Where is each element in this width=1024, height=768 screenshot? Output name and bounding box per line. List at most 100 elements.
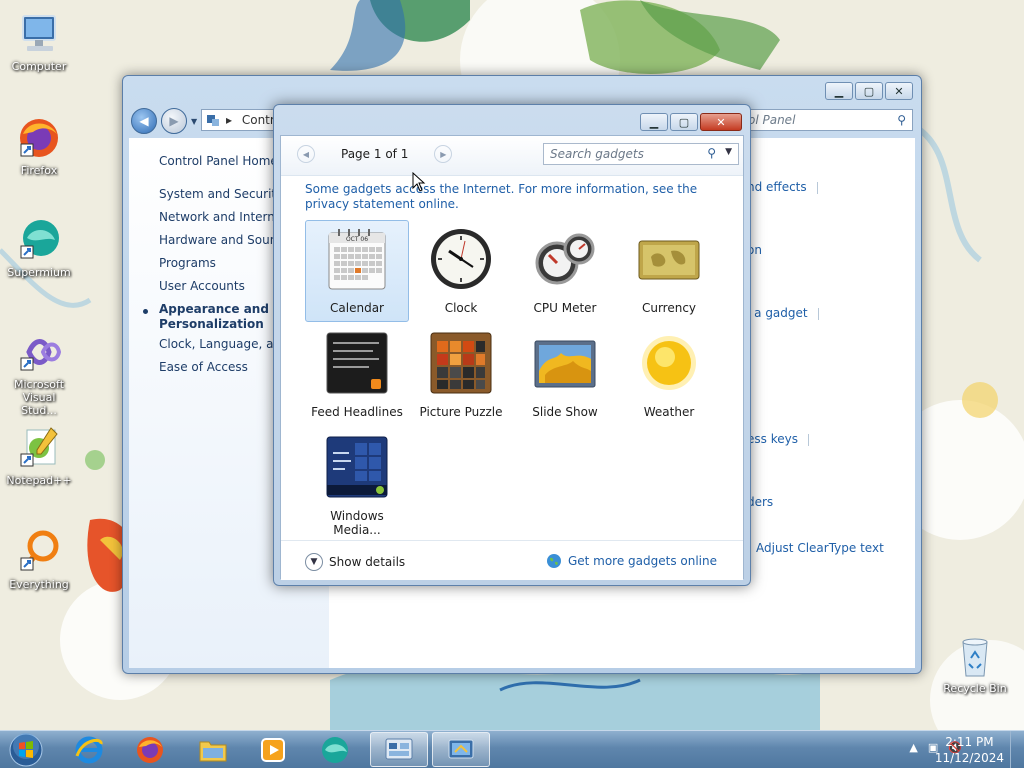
sidebar-item-clock-language[interactable]: Clock, Language, and bbox=[159, 337, 289, 351]
show-desktop-button[interactable] bbox=[1010, 731, 1024, 768]
gadget-search-input[interactable]: Search gadgets ⚲ ▼ bbox=[543, 143, 739, 165]
taskbar-firefox[interactable] bbox=[121, 732, 179, 767]
taskbar-clock[interactable]: 2:11 PM 11/12/2024 bbox=[935, 734, 1004, 766]
sidebar-item-home[interactable]: Control Panel Home bbox=[159, 154, 278, 168]
recent-pages-icon[interactable]: ▼ bbox=[191, 117, 197, 126]
notepad-plus-icon bbox=[20, 427, 58, 467]
sidebar-item-appearance[interactable]: Appearance and Personalization bbox=[159, 302, 269, 332]
minimize-button[interactable]: ▁ bbox=[640, 113, 668, 131]
sidebar-item-programs[interactable]: Programs bbox=[159, 256, 216, 270]
desktop-icon-computer[interactable]: Computer bbox=[4, 10, 74, 73]
maximize-button[interactable]: ▢ bbox=[855, 82, 883, 100]
right-link-effects[interactable]: nd effects bbox=[747, 180, 818, 194]
desktop-icon-label: Notepad++ bbox=[6, 474, 72, 487]
gadget-calendar[interactable]: OCT 06 Calendar bbox=[305, 220, 409, 322]
gadget-label: CPU Meter bbox=[533, 301, 597, 315]
sidebar-item-system-security[interactable]: System and Security bbox=[159, 187, 283, 201]
desktop-icon-supermium[interactable]: Supermium bbox=[4, 216, 74, 279]
gadget-label: Slide Show bbox=[532, 405, 598, 419]
gadget-picture-puzzle[interactable]: Picture Puzzle bbox=[409, 324, 513, 426]
gadget-slide-show[interactable]: Slide Show bbox=[513, 324, 617, 426]
desktop-icon-label: Microsoft Visual Stud... bbox=[13, 378, 65, 417]
next-page-button[interactable]: ▶ bbox=[434, 145, 453, 163]
windows-media-icon bbox=[326, 436, 388, 498]
desktop-icon-visual-studio[interactable]: Microsoft Visual Stud... bbox=[4, 328, 74, 417]
desktop-icon-label: Supermium bbox=[7, 266, 71, 279]
desktop-icon-label: Firefox bbox=[20, 164, 58, 177]
taskbar-internet-explorer[interactable] bbox=[60, 732, 118, 767]
breadcrumb-text: Contr bbox=[241, 113, 275, 127]
show-hidden-icons-icon[interactable]: ▲ bbox=[909, 741, 917, 754]
desktop-icon-firefox[interactable]: Firefox bbox=[4, 114, 74, 177]
media-player-icon bbox=[261, 737, 285, 762]
search-icon[interactable]: ⚲ bbox=[897, 113, 906, 127]
sidebar-item-ease-of-access[interactable]: Ease of Access bbox=[159, 360, 248, 374]
get-more-gadgets-link[interactable]: Get more gadgets online bbox=[546, 553, 717, 569]
search-icon[interactable]: ⚲ bbox=[707, 146, 716, 160]
gadgets-icon bbox=[385, 738, 413, 759]
get-more-label: Get more gadgets online bbox=[567, 554, 717, 568]
gadget-clock[interactable]: Clock bbox=[409, 220, 513, 322]
firefox-icon bbox=[20, 119, 58, 157]
supermium-icon bbox=[322, 736, 348, 763]
gadget-feed-headlines[interactable]: Feed Headlines bbox=[305, 324, 409, 426]
taskbar-supermium[interactable] bbox=[306, 732, 364, 767]
desktop-icon-recycle-bin[interactable]: Recycle Bin bbox=[940, 632, 1010, 695]
gadget-currency[interactable]: Currency bbox=[617, 220, 721, 322]
clock-date: 11/12/2024 bbox=[934, 751, 1004, 765]
forward-button[interactable]: ▶ bbox=[161, 108, 187, 134]
start-button[interactable] bbox=[6, 732, 46, 768]
mouse-cursor-icon bbox=[412, 172, 426, 192]
right-link-cleartype[interactable]: Adjust ClearType text bbox=[756, 541, 884, 555]
gadget-label: Windows Media... bbox=[330, 509, 384, 537]
back-button[interactable]: ◀ bbox=[131, 108, 157, 134]
taskbar-control-panel[interactable] bbox=[432, 732, 490, 767]
minimize-button[interactable]: ▁ bbox=[825, 82, 853, 100]
everything-icon bbox=[20, 530, 59, 571]
cpu-meter-icon bbox=[535, 233, 595, 285]
gallery-toolbar: ◀ Page 1 of 1 ▶ Search gadgets ⚲ ▼ bbox=[281, 136, 743, 176]
taskbar: ▲ ▣ 🔇 2:11 PM 11/12/2024 bbox=[0, 730, 1024, 768]
previous-page-button[interactable]: ◀ bbox=[297, 145, 315, 163]
internet-explorer-icon bbox=[75, 736, 103, 763]
slide-show-icon bbox=[534, 340, 596, 388]
supermium-icon bbox=[20, 220, 59, 259]
gadget-label: Calendar bbox=[330, 301, 384, 315]
right-link-access-keys[interactable]: ess keys bbox=[747, 432, 809, 446]
desktop-icon-everything[interactable]: Everything bbox=[4, 528, 74, 591]
sidebar-item-user-accounts[interactable]: User Accounts bbox=[159, 279, 245, 293]
desktop-icon-label: Recycle Bin bbox=[943, 682, 1007, 695]
gadget-windows-media[interactable]: Windows Media... bbox=[305, 428, 409, 537]
taskbar-file-explorer[interactable] bbox=[184, 732, 242, 767]
sidebar-item-hardware-sound[interactable]: Hardware and Sound bbox=[159, 233, 285, 247]
active-bullet-icon bbox=[143, 309, 148, 314]
gallery-footer: ▼ Show details Get more gadgets online bbox=[281, 540, 743, 580]
taskbar-media-player[interactable] bbox=[244, 732, 302, 767]
gadget-label: Picture Puzzle bbox=[419, 405, 503, 419]
computer-icon bbox=[22, 15, 56, 51]
show-details-toggle[interactable]: ▼ Show details bbox=[305, 553, 405, 571]
gadget-weather[interactable]: Weather bbox=[617, 324, 721, 426]
control-panel-search-input[interactable]: ol Panel ⚲ bbox=[741, 109, 913, 131]
weather-icon bbox=[642, 336, 696, 390]
gadget-cpu-meter[interactable]: CPU Meter bbox=[513, 220, 617, 322]
clock-time: 2:11 PM bbox=[945, 735, 994, 749]
calendar-icon: OCT 06 bbox=[328, 229, 386, 290]
search-placeholder: ol Panel bbox=[748, 113, 796, 127]
taskbar-gadgets[interactable] bbox=[370, 732, 428, 767]
picture-puzzle-icon bbox=[430, 332, 492, 394]
feed-headlines-icon bbox=[326, 332, 388, 394]
control-panel-icon bbox=[206, 113, 220, 130]
recycle-bin-icon bbox=[962, 638, 988, 677]
desktop-icon-notepad-plus[interactable]: Notepad++ bbox=[4, 424, 74, 487]
chevron-down-icon: ▼ bbox=[305, 553, 323, 571]
chevron-down-icon[interactable]: ▼ bbox=[725, 147, 732, 157]
maximize-button[interactable]: ▢ bbox=[670, 113, 698, 131]
privacy-info-link[interactable]: Some gadgets access the Internet. For mo… bbox=[305, 182, 725, 212]
close-button[interactable]: ✕ bbox=[885, 82, 913, 100]
globe-icon bbox=[546, 554, 561, 568]
sidebar-item-network-internet[interactable]: Network and Internet bbox=[159, 210, 287, 224]
right-link-gadget[interactable]: l a gadget bbox=[747, 306, 819, 320]
close-button[interactable]: ✕ bbox=[700, 113, 742, 131]
gadget-gallery-window[interactable]: ▁ ▢ ✕ ◀ Page 1 of 1 ▶ Search gadgets ⚲ ▼… bbox=[273, 104, 751, 586]
